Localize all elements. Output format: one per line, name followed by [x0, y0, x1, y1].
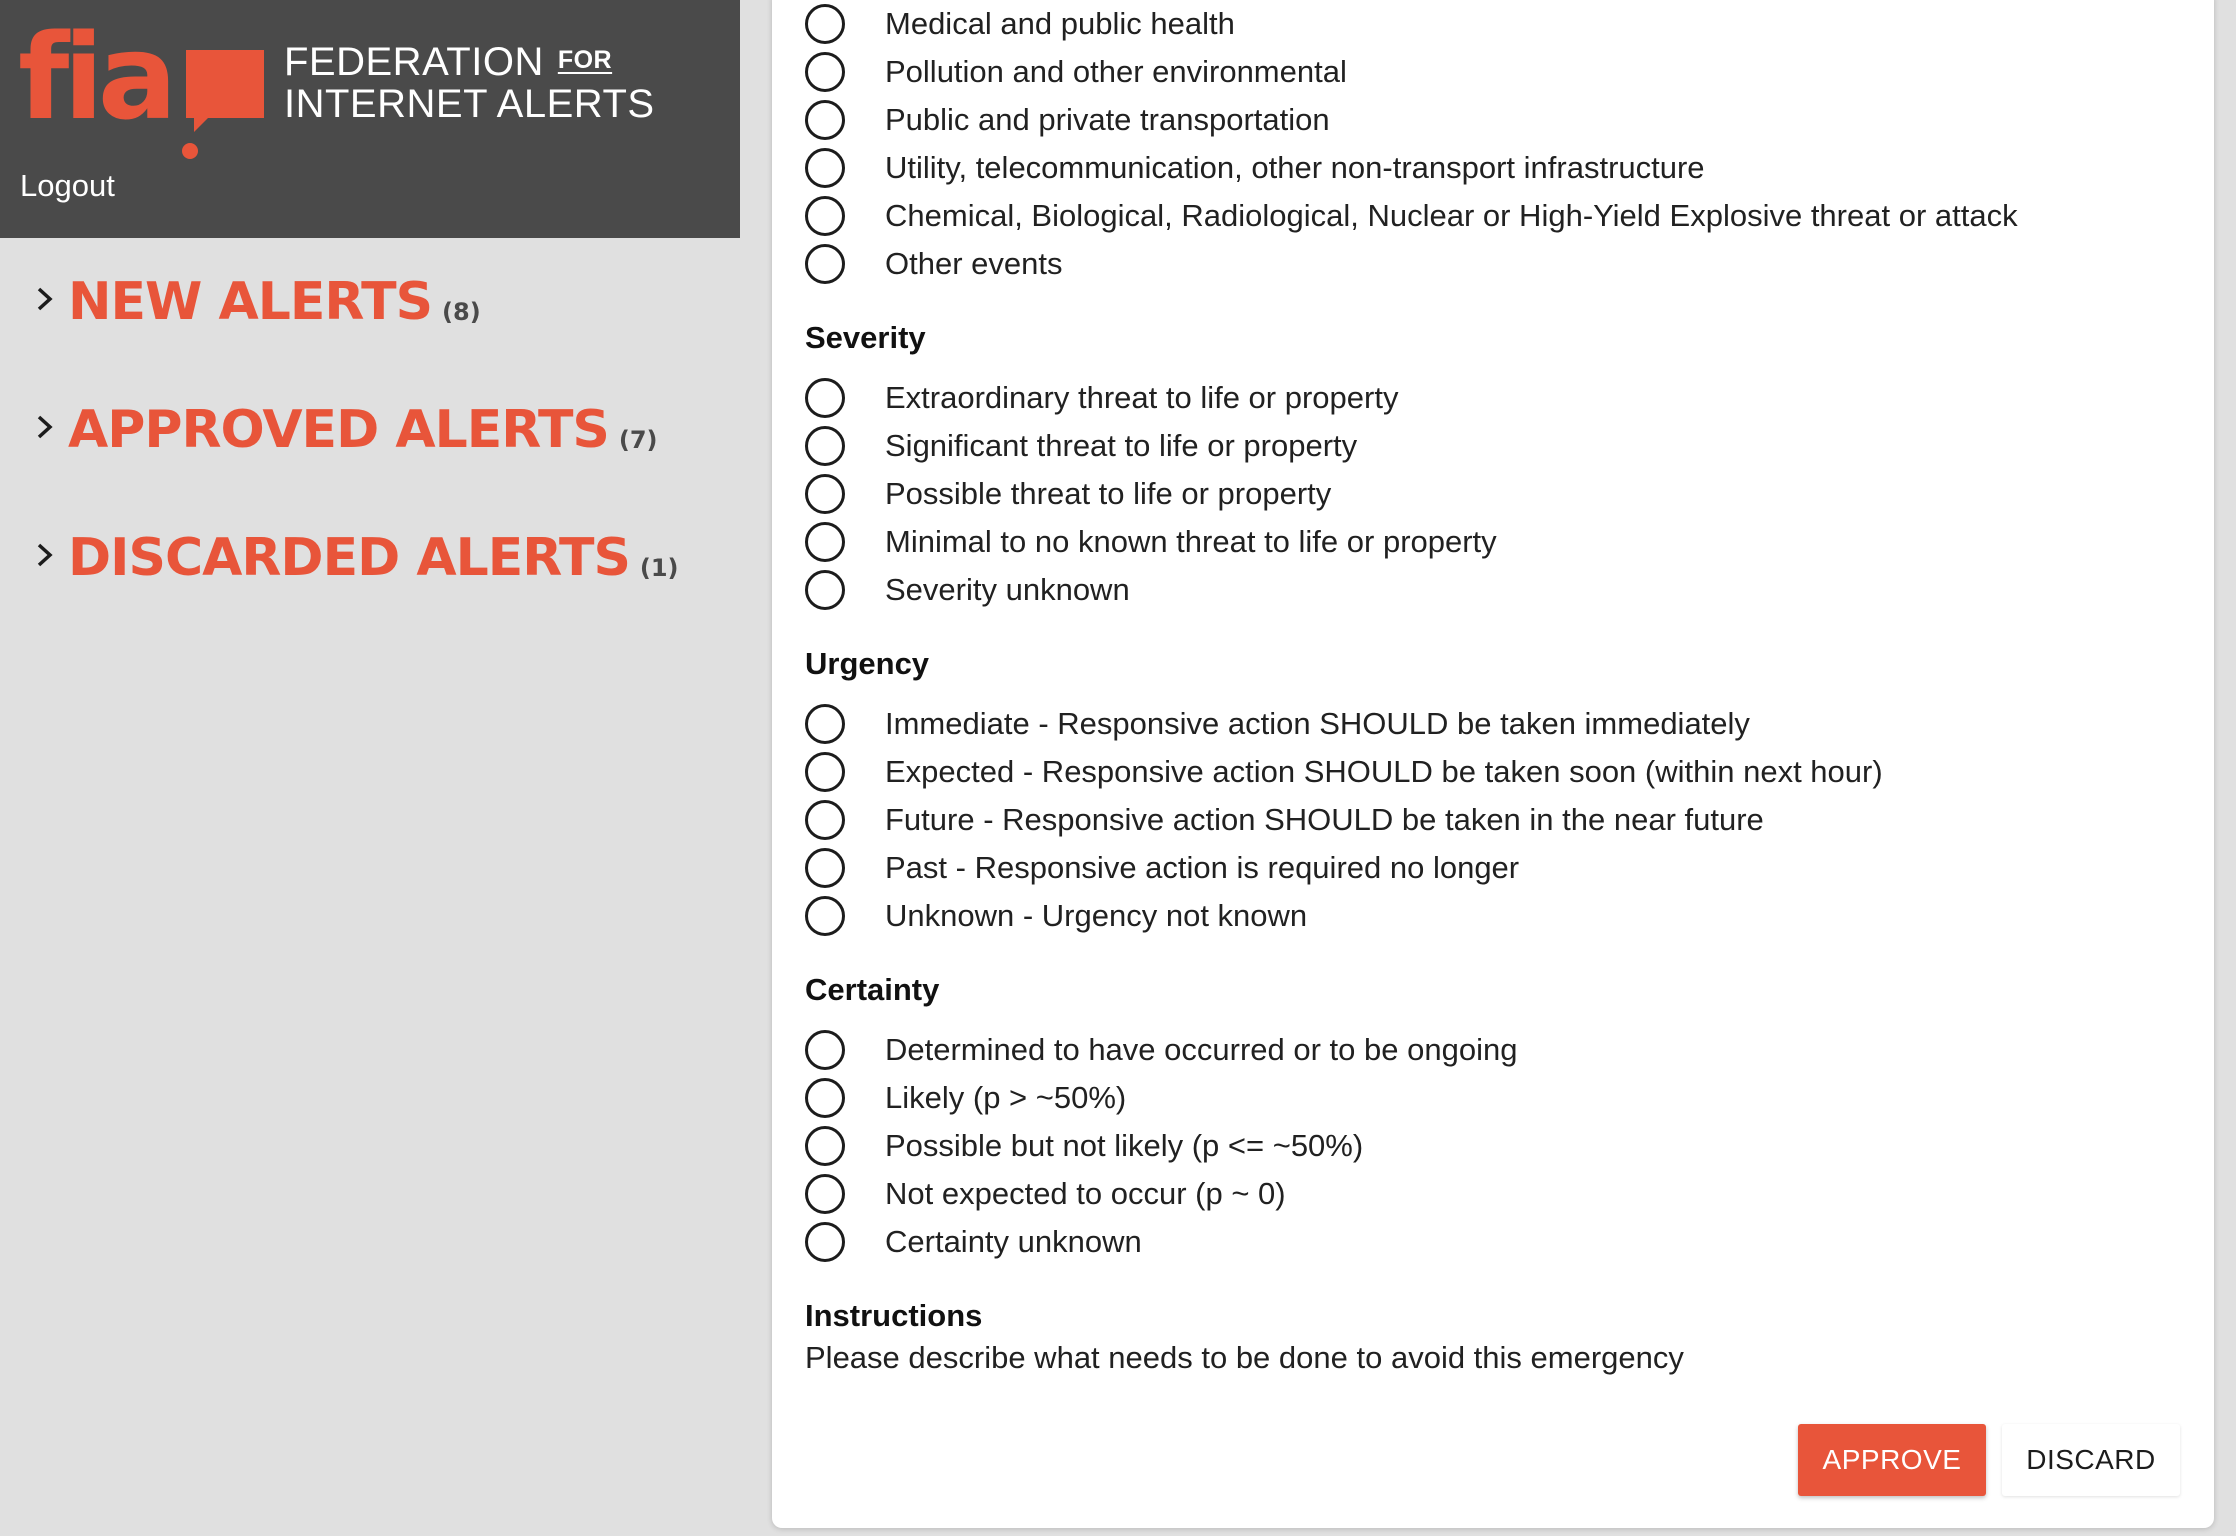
option-label: Other events: [885, 246, 1063, 281]
severity-option[interactable]: Extraordinary threat to life or property: [805, 374, 1398, 422]
radio-button[interactable]: [805, 896, 845, 936]
option-label: Pollution and other environmental: [885, 54, 1347, 89]
chevron-right-icon: [37, 543, 53, 567]
sidebar-item-label: NEW ALERTS: [68, 272, 433, 332]
certainty-option[interactable]: Not expected to occur (p ~ 0): [805, 1170, 1286, 1218]
radio-button[interactable]: [805, 52, 845, 92]
category-option[interactable]: Medical and public health: [805, 0, 1235, 48]
certainty-title: Certainty: [805, 972, 940, 1007]
sidebar-item-new-alerts[interactable]: NEW ALERTS (8): [30, 272, 481, 352]
urgency-option[interactable]: Past - Responsive action is required no …: [805, 844, 1519, 892]
sidebar-item-count: (1): [639, 554, 679, 582]
radio-button[interactable]: [805, 522, 845, 562]
sidebar-item-count: (8): [442, 298, 481, 326]
radio-button[interactable]: [805, 1222, 845, 1262]
chevron-right-icon: [37, 415, 53, 439]
option-label: Chemical, Biological, Radiological, Nucl…: [885, 198, 2018, 233]
certainty-option[interactable]: Certainty unknown: [805, 1218, 1142, 1266]
severity-option[interactable]: Possible threat to life or property: [805, 470, 1331, 518]
radio-button[interactable]: [805, 704, 845, 744]
option-label: Utility, telecommunication, other non-tr…: [885, 150, 1705, 185]
sidebar-item-count: (7): [618, 426, 658, 454]
option-label: Significant threat to life or property: [885, 428, 1358, 463]
radio-button[interactable]: [805, 570, 845, 610]
instructions-field[interactable]: Please describe what needs to be done to…: [805, 1340, 1684, 1376]
radio-button[interactable]: [805, 1030, 845, 1070]
brand-title-line-1: FEDERATION FOR: [284, 40, 613, 84]
instructions-title: Instructions: [805, 1298, 983, 1333]
sidebar-item-discarded-alerts[interactable]: DISCARDED ALERTS (1): [30, 528, 679, 608]
radio-button[interactable]: [805, 848, 845, 888]
option-label: Medical and public health: [885, 6, 1235, 41]
speech-bubble-dot-icon: [182, 143, 198, 159]
option-label: Severity unknown: [885, 572, 1130, 607]
urgency-option[interactable]: Unknown - Urgency not known: [805, 892, 1307, 940]
category-option[interactable]: Other events: [805, 240, 1062, 288]
sidebar-item-label: DISCARDED ALERTS: [68, 528, 631, 588]
option-label: Expected - Responsive action SHOULD be t…: [885, 754, 1883, 789]
fia-logo-text: fia: [18, 14, 171, 146]
sidebar-item-label: APPROVED ALERTS: [68, 400, 610, 460]
fia-logo: fia: [18, 14, 264, 159]
radio-button[interactable]: [805, 1078, 845, 1118]
option-label: Possible but not likely (p <= ~50%): [885, 1128, 1364, 1163]
brand-title-line-2: INTERNET ALERTS: [284, 82, 655, 126]
option-label: Past - Responsive action is required no …: [885, 850, 1520, 885]
urgency-title: Urgency: [805, 646, 930, 681]
radio-button[interactable]: [805, 4, 845, 44]
radio-button[interactable]: [805, 426, 845, 466]
urgency-option[interactable]: Immediate - Responsive action SHOULD be …: [805, 700, 1750, 748]
option-label: Extraordinary threat to life or property: [885, 380, 1399, 415]
sidebar-item-approved-alerts[interactable]: APPROVED ALERTS (7): [30, 400, 658, 480]
severity-title: Severity: [805, 320, 926, 355]
option-label: Possible threat to life or property: [885, 476, 1332, 511]
logout-link[interactable]: Logout: [20, 168, 115, 204]
category-option[interactable]: Pollution and other environmental: [805, 48, 1347, 96]
option-label: Minimal to no known threat to life or pr…: [885, 524, 1497, 559]
radio-button[interactable]: [805, 474, 845, 514]
radio-button[interactable]: [805, 196, 845, 236]
radio-button[interactable]: [805, 752, 845, 792]
speech-bubble-icon: [186, 50, 264, 132]
option-label: Unknown - Urgency not known: [885, 898, 1308, 933]
severity-option[interactable]: Significant threat to life or property: [805, 422, 1357, 470]
approve-button[interactable]: APPROVE: [1798, 1424, 1986, 1496]
radio-button[interactable]: [805, 148, 845, 188]
option-label: Certainty unknown: [885, 1224, 1142, 1259]
category-option[interactable]: Public and private transportation: [805, 96, 1330, 144]
radio-button[interactable]: [805, 1174, 845, 1214]
option-label: Immediate - Responsive action SHOULD be …: [885, 706, 1750, 741]
urgency-option[interactable]: Expected - Responsive action SHOULD be t…: [805, 748, 1883, 796]
option-label: Not expected to occur (p ~ 0): [885, 1176, 1286, 1211]
option-label: Determined to have occurred or to be ong…: [885, 1032, 1518, 1067]
sidebar: fia FEDERATION FOR INTERNET ALERTS Logout…: [0, 0, 740, 1536]
option-label: Future - Responsive action SHOULD be tak…: [885, 802, 1764, 837]
certainty-option[interactable]: Determined to have occurred or to be ong…: [805, 1026, 1517, 1074]
radio-button[interactable]: [805, 800, 845, 840]
alert-review-form: Medical and public health Pollution and …: [772, 0, 2214, 1528]
severity-option[interactable]: Minimal to no known threat to life or pr…: [805, 518, 1497, 566]
discard-button[interactable]: DISCARD: [2002, 1424, 2180, 1496]
radio-button[interactable]: [805, 378, 845, 418]
radio-button[interactable]: [805, 1126, 845, 1166]
radio-button[interactable]: [805, 100, 845, 140]
severity-option[interactable]: Severity unknown: [805, 566, 1130, 614]
certainty-option[interactable]: Possible but not likely (p <= ~50%): [805, 1122, 1363, 1170]
radio-button[interactable]: [805, 244, 845, 284]
category-option[interactable]: Chemical, Biological, Radiological, Nucl…: [805, 192, 2018, 240]
option-label: Likely (p > ~50%): [885, 1080, 1127, 1115]
chevron-right-icon: [37, 287, 53, 311]
option-label: Public and private transportation: [885, 102, 1330, 137]
brand-header: fia FEDERATION FOR INTERNET ALERTS Logout: [0, 0, 740, 238]
urgency-option[interactable]: Future - Responsive action SHOULD be tak…: [805, 796, 1764, 844]
certainty-option[interactable]: Likely (p > ~50%): [805, 1074, 1126, 1122]
category-option[interactable]: Utility, telecommunication, other non-tr…: [805, 144, 1705, 192]
